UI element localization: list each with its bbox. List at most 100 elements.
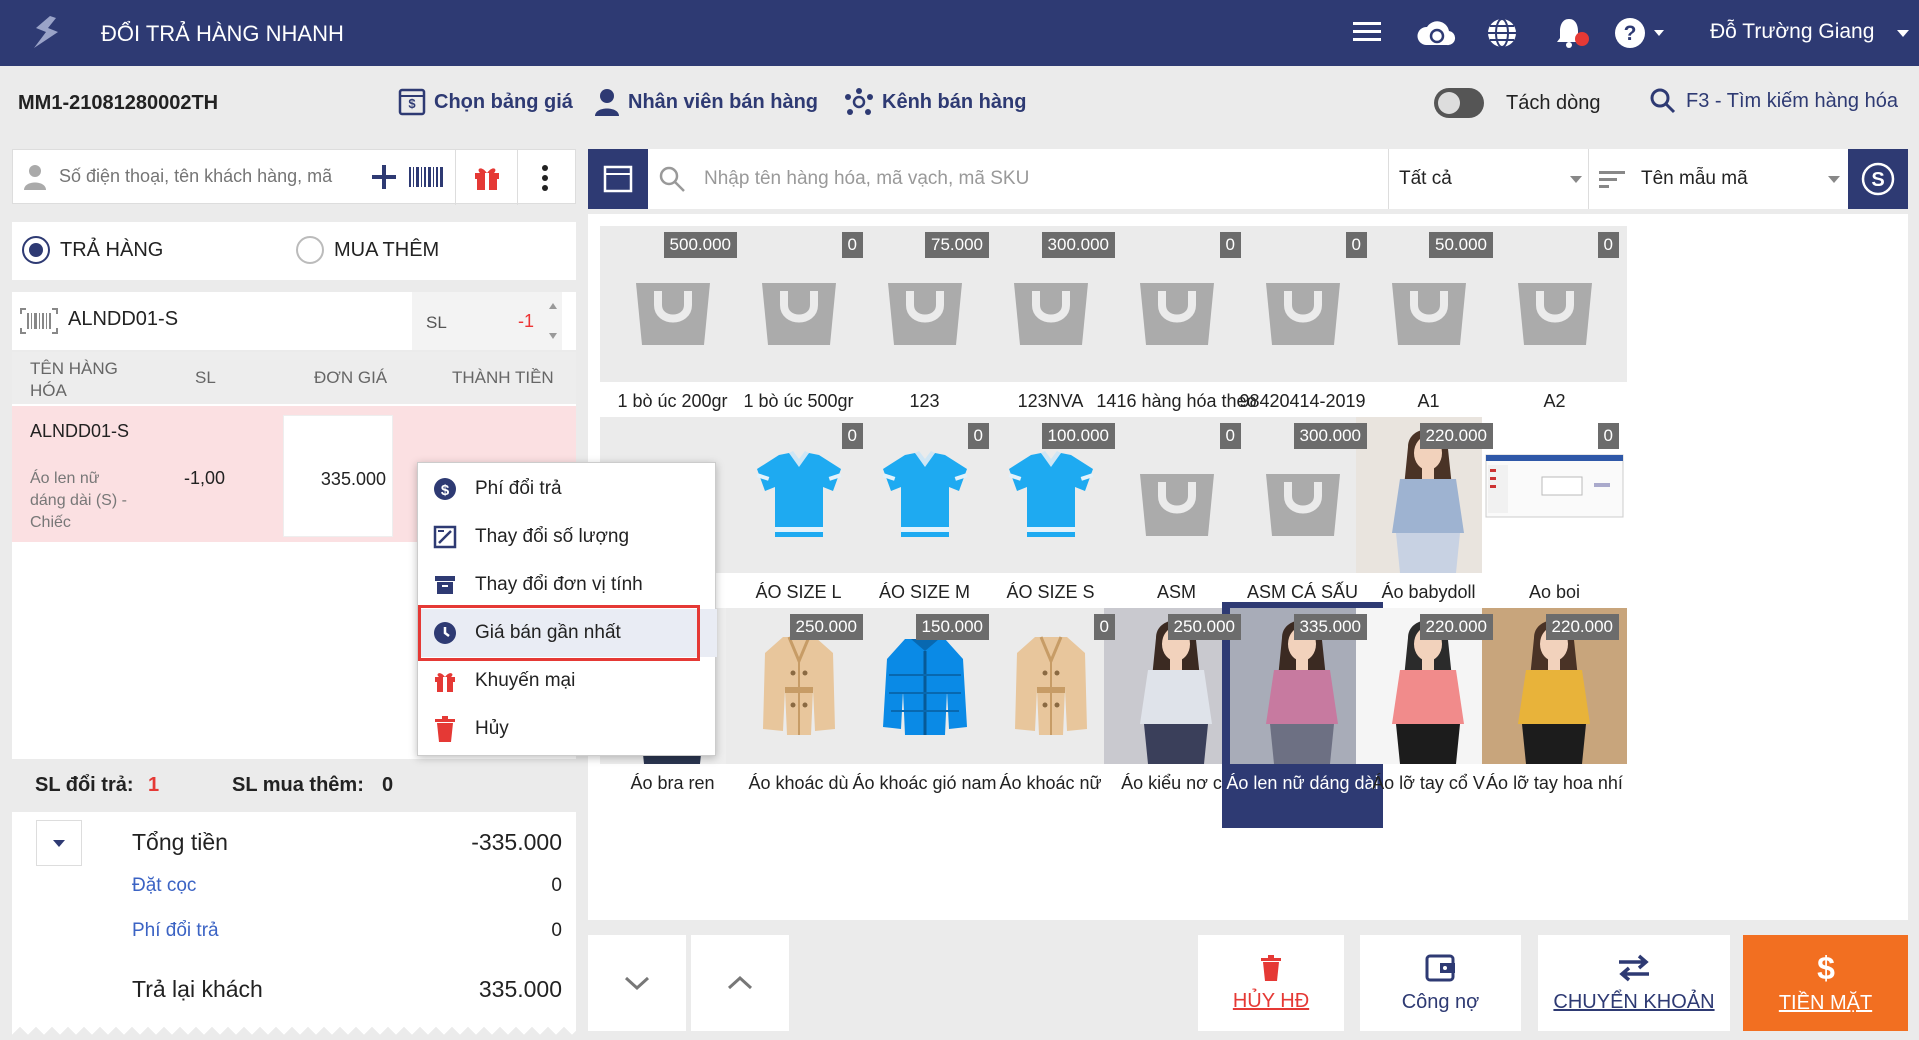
sales-channel-button[interactable]: Kênh bán hàng [844,88,1026,116]
split-lines-toggle[interactable]: Tách dòng [1434,88,1601,118]
help-icon[interactable]: ? [1614,17,1666,49]
collapse-totals-button[interactable] [36,820,82,866]
buy-more-qty-label: SL mua thêm: [232,774,364,796]
svg-text:S: S [1871,169,1884,191]
toggle-switch[interactable] [1434,88,1484,118]
barcode-scan-bar: ALNDD01-S SL -1 [12,292,576,350]
product-price-badge: 0 [841,423,863,449]
context-menu-item[interactable]: Khuyến mại [418,657,717,705]
context-menu-item[interactable]: $ Phí đổi trả [418,465,717,513]
globe-icon[interactable] [1486,17,1518,49]
user-name[interactable]: Đỗ Trường Giang [1710,20,1874,44]
product-image: 220.000 [1482,608,1627,764]
wallet-icon [1425,954,1455,981]
context-menu-item[interactable]: Thay đổi số lượng [418,513,717,561]
grid-view-button[interactable] [588,149,648,209]
product-price-badge: 100.000 [1041,423,1115,449]
context-menu-label: Thay đổi số lượng [475,526,630,547]
product-price-badge: 0 [1345,232,1367,258]
context-menu-label: Hủy [475,718,509,739]
product-price-badge: 220.000 [1419,423,1493,449]
context-menu-label: Phí đổi trả [475,478,562,499]
scanned-code[interactable]: ALNDD01-S [68,308,178,331]
scan-quantity-value[interactable]: -1 [518,311,534,332]
context-menu-item[interactable]: Thay đổi đơn vị tính [418,561,717,609]
app-title: ĐỔI TRẢ HÀNG NHANH [101,21,344,46]
cloud-sync-icon[interactable] [1416,17,1456,49]
price-table-button[interactable]: $ Chọn bảng giá [398,88,573,116]
cash-button[interactable]: $ TIỀN MẶT [1743,935,1908,1031]
top-bar: ĐỔI TRẢ HÀNG NHANH ? Đỗ Trường Giang [0,0,1919,66]
return-mode-radio[interactable]: TRẢ HÀNG [22,236,163,264]
customer-search-input[interactable] [59,158,379,194]
scan-quantity-field[interactable]: SL -1 [412,292,562,350]
total-row: Tổng tiền -335.000 [132,829,562,856]
deposit-row: Đặt cọc 0 [132,875,562,897]
user-menu-chevron-icon[interactable] [1896,28,1910,38]
product-card[interactable]: 220.000 Áo lỡ tay hoa nhí [1474,602,1635,828]
split-lines-label: Tách dòng [1506,91,1601,114]
hamburger-menu-icon[interactable] [1353,20,1381,44]
buy-more-mode-radio[interactable]: MUA THÊM [296,236,439,264]
page-up-button[interactable] [691,935,789,1031]
product-price-badge: 0 [1093,614,1115,640]
sales-staff-label: Nhân viên bán hàng [628,90,819,113]
gift-icon[interactable] [473,163,501,191]
sort-select[interactable]: Tên mẫu mã [1588,149,1848,209]
chevron-up-icon [727,975,753,990]
category-select[interactable]: Tất cả [1388,149,1588,209]
header-name: TÊN HÀNG HÓA [30,359,118,400]
radio-checked[interactable] [22,236,50,264]
sort-value: Tên mẫu mã [1641,168,1748,189]
customer-bar [12,149,576,205]
bank-transfer-button[interactable]: CHUYỂN KHOẢN [1538,935,1730,1031]
s-button[interactable]: S [1848,149,1908,209]
quantity-stepper-icon[interactable] [548,302,558,340]
trash-icon [433,716,457,742]
buy-more-mode-label: MUA THÊM [334,238,440,261]
barcode-icon[interactable] [407,163,445,191]
add-customer-icon[interactable] [371,164,397,190]
highlight-frame [418,605,700,661]
chevron-down-icon [1570,176,1582,183]
item-table-header: TÊN HÀNG HÓA SL ĐƠN GIÁ THÀNH TIỀN [12,352,576,404]
dollar-circle-icon: $ [433,477,457,501]
app-logo-icon[interactable] [30,14,64,50]
bank-transfer-label: CHUYỂN KHOẢN [1553,990,1715,1013]
product-image: 0 [1482,226,1627,382]
scan-quantity-label: SL [426,313,447,332]
chevron-down-icon [624,976,650,991]
product-price-badge: 0 [1219,423,1241,449]
barcode-scan-icon [20,308,58,334]
product-search-input[interactable] [704,161,1264,197]
context-menu-item[interactable]: Hủy [418,705,717,753]
product-search-bar: Tất cả Tên mẫu mã S [588,149,1908,209]
debt-button[interactable]: Công nợ [1360,935,1521,1031]
header-total: THÀNH TIỀN [452,368,554,387]
radio-unchecked[interactable] [296,236,324,264]
product-image: 0 [1482,417,1627,573]
fee-label[interactable]: Phí đổi trả [132,920,219,942]
chevron-down-icon [1828,176,1840,183]
item-description: Áo len nữ dáng dài (S) - Chiếc [30,470,127,531]
item-unit-price-input[interactable]: 335.000 [283,415,393,537]
deposit-label[interactable]: Đặt cọc [132,875,196,897]
bell-notification-icon[interactable] [1555,17,1591,49]
sales-staff-button[interactable]: Nhân viên bán hàng [594,88,818,116]
item-code: ALNDD01-S [30,421,130,441]
product-price-badge: 300.000 [1041,232,1115,258]
context-menu-label: Thay đổi đơn vị tính [475,574,643,595]
price-table-icon: $ [398,88,426,116]
dollar-icon: $ [1817,952,1835,984]
more-vertical-icon[interactable] [541,164,549,192]
invoice-code: MM1-21081280002TH [18,92,219,114]
svg-text:?: ? [1624,22,1637,45]
edit-quantity-icon [433,525,457,549]
product-search-shortcut[interactable]: F3 - Tìm kiếm hàng hóa [1650,88,1898,114]
product-price-badge: 500.000 [663,232,737,258]
quantity-summary: SL đổi trả: 1 SL mua thêm: 0 [12,764,576,808]
unit-box-icon [433,573,457,597]
cancel-invoice-button[interactable]: HỦY HĐ [1198,935,1344,1031]
page-down-button[interactable] [588,935,686,1031]
product-price-badge: 0 [1219,232,1241,258]
